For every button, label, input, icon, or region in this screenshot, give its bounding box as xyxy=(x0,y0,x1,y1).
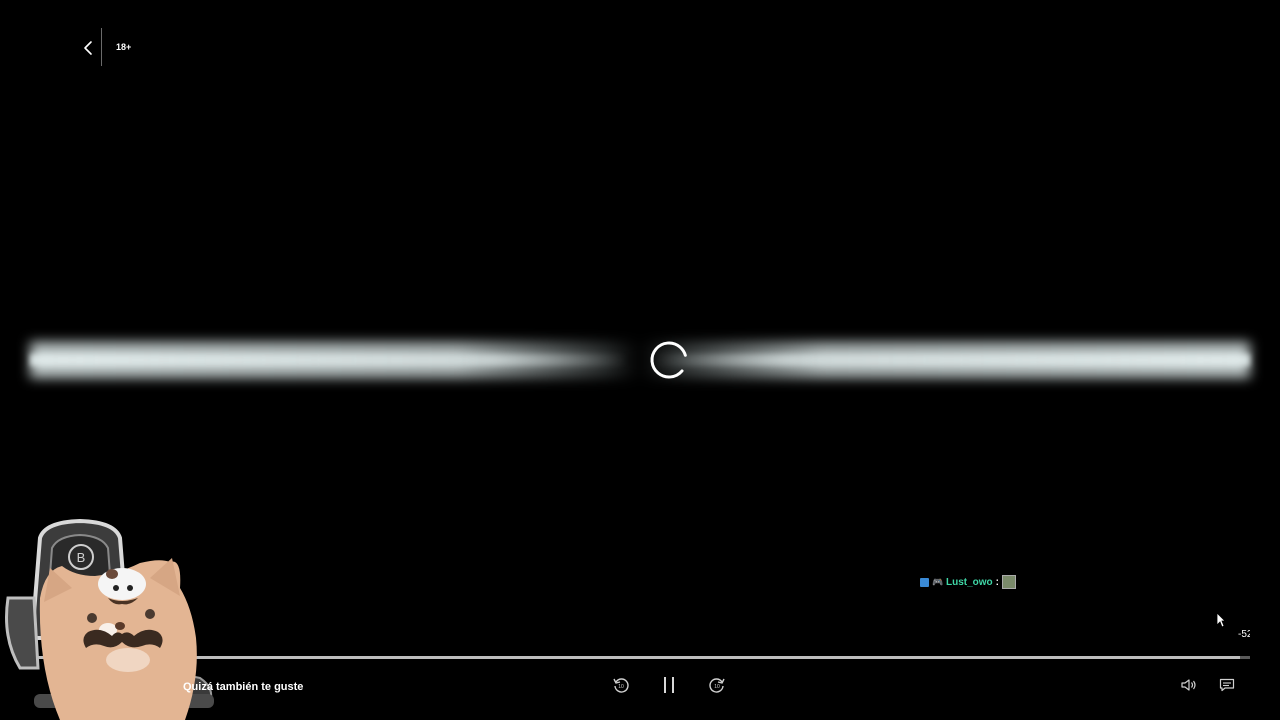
volume-button[interactable] xyxy=(1179,676,1199,694)
svg-text:B: B xyxy=(77,550,86,565)
pause-button[interactable] xyxy=(658,673,680,697)
subtitles-icon xyxy=(1219,678,1235,692)
video-frame xyxy=(30,318,1250,402)
mouse-pointer-icon xyxy=(1216,612,1226,628)
subtitles-button[interactable] xyxy=(1217,676,1237,694)
glow-core xyxy=(30,354,1250,366)
badge-icon xyxy=(920,577,929,587)
controller-icon: 🎮 xyxy=(932,576,944,587)
svg-text:10: 10 xyxy=(618,684,624,690)
chat-message: 🎮 Lust_owo : xyxy=(920,575,1017,589)
age-rating: 18+ xyxy=(116,42,132,52)
loading-spinner-icon xyxy=(650,341,688,379)
emote-icon xyxy=(1002,575,1017,589)
chat-username: Lust_owo xyxy=(946,576,993,588)
volume-icon xyxy=(1181,679,1196,691)
suggestions-button[interactable]: Quizá también te guste xyxy=(183,681,303,693)
chat-separator: : xyxy=(995,576,1000,588)
rewind-10-icon: 10 xyxy=(613,678,629,693)
top-divider xyxy=(101,28,102,66)
rewind-button[interactable]: 10 xyxy=(610,674,632,696)
forward-10-icon: 10 xyxy=(709,678,725,693)
forward-button[interactable]: 10 xyxy=(706,674,728,696)
time-remaining: -52 xyxy=(1238,629,1250,640)
back-button[interactable] xyxy=(74,32,102,64)
pause-icon xyxy=(664,677,674,693)
video-player[interactable]: 18+ 🎮 Lust_owo : -52 B Quizá también te … xyxy=(0,0,1280,720)
chevron-left-icon xyxy=(84,41,92,55)
svg-text:10: 10 xyxy=(714,684,720,690)
